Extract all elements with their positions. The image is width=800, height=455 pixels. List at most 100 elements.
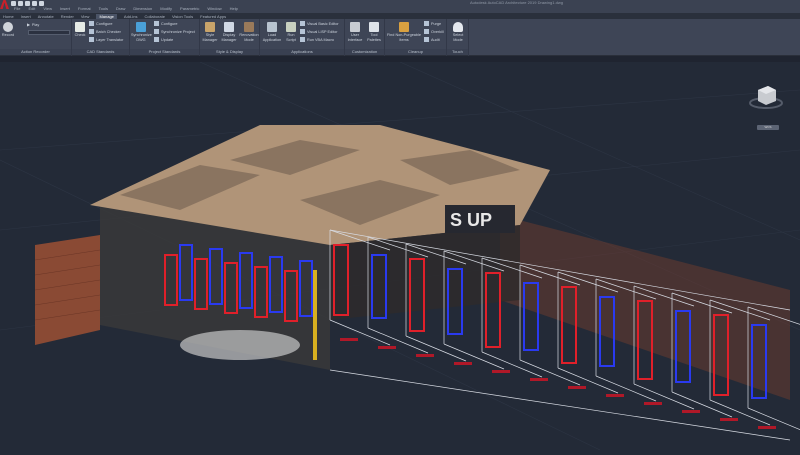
tool-palettes-button[interactable]: Tool Palettes	[365, 22, 383, 42]
menu-format[interactable]: Format	[78, 6, 91, 11]
undo-icon[interactable]	[39, 0, 44, 6]
title-bar: Autodesk AutoCAD Architecture 2019 Drawi…	[0, 0, 800, 13]
load-application-button[interactable]: Load Application	[261, 22, 283, 42]
play-icon: ▶	[27, 23, 30, 27]
tool-palettes-icon	[369, 22, 379, 32]
floor-marking	[492, 370, 510, 373]
menu-file[interactable]: File	[14, 6, 20, 11]
tab-add-ins[interactable]: Add-ins	[124, 14, 138, 19]
menu-view[interactable]: View	[43, 6, 52, 11]
menu-modify[interactable]: Modify	[160, 6, 172, 11]
display-manager-button[interactable]: Display Manager	[220, 22, 238, 42]
floor-marking	[416, 354, 434, 357]
panel-label: Touch	[447, 49, 468, 55]
overkill-button[interactable]: Overkill	[424, 29, 444, 34]
check-button[interactable]: Check	[73, 22, 87, 38]
user-interface-button[interactable]: User Interface	[346, 22, 364, 42]
batch-checker-button[interactable]: Batch Checker	[89, 29, 121, 34]
floor-marking	[530, 378, 548, 381]
play-button[interactable]: ▶ Play	[27, 22, 39, 28]
floor-marking	[454, 362, 472, 365]
select-mode-button[interactable]: Select Mode	[448, 22, 468, 42]
wire-sill	[405, 335, 467, 362]
user-interface-icon	[350, 22, 360, 32]
wcs-menu[interactable]: WCS	[757, 125, 779, 130]
menu-window[interactable]: Window	[207, 6, 221, 11]
panel-label: CAD Standards	[72, 49, 129, 55]
print-icon[interactable]	[32, 0, 37, 6]
floor-marking	[758, 426, 776, 429]
tab-vision-tools[interactable]: Vision Tools	[172, 14, 193, 19]
tab-collaborate[interactable]: Collaborate	[144, 14, 164, 19]
menu-draw[interactable]: Draw	[116, 6, 125, 11]
broom-icon	[399, 22, 409, 32]
store-sign-text: S UP	[450, 210, 492, 230]
record-icon	[3, 22, 13, 32]
configure-project-button[interactable]: Configure	[154, 21, 177, 26]
audit-button[interactable]: Audit	[424, 37, 440, 42]
run-script-button[interactable]: Run Script	[284, 22, 298, 42]
panel-label: Project Standards	[130, 49, 199, 55]
wire-sill	[481, 351, 543, 378]
wire-sill	[329, 319, 391, 346]
visual-basic-editor-button[interactable]: Visual Basic Editor	[300, 21, 339, 26]
window-title: Autodesk AutoCAD Architecture 2019 Drawi…	[470, 0, 563, 5]
menu-tools[interactable]: Tools	[99, 6, 108, 11]
floor-marking	[644, 402, 662, 405]
run-vba-macro-button[interactable]: Run VBA Macro	[300, 37, 334, 42]
drawing-viewport[interactable]: S UP	[0, 61, 800, 451]
load-application-icon	[267, 22, 277, 32]
synchronize-project-button[interactable]: Synchronize Project	[154, 29, 195, 34]
panel-label: Cleanup	[385, 49, 446, 55]
yellow-column	[313, 270, 317, 360]
pointcloud-floor	[180, 330, 300, 360]
wire-bottom-rail	[329, 369, 791, 441]
tab-render[interactable]: Render	[61, 14, 74, 19]
wire-sill	[709, 399, 771, 426]
renovation-mode-button[interactable]: Renovation Mode	[239, 22, 259, 42]
panel-label: Style & Display	[200, 49, 259, 55]
panel-applications: Load Application Run Script Visual Basic…	[260, 19, 345, 56]
panel-touch: Select Mode Touch	[447, 19, 469, 56]
menu-help[interactable]: Help	[230, 6, 238, 11]
visual-lisp-editor-button[interactable]: Visual LISP Editor	[300, 29, 337, 34]
tab-featured-apps[interactable]: Featured Apps	[200, 14, 226, 19]
record-button[interactable]: Record	[1, 22, 15, 38]
find-non-purgeable-button[interactable]: Find Non-Purgeable Items	[386, 22, 422, 42]
new-icon[interactable]	[11, 0, 16, 6]
floor-marking	[682, 410, 700, 413]
style-manager-button[interactable]: Style Manager	[201, 22, 219, 42]
synchronize-dwg-button[interactable]: Synchronize DWG	[131, 22, 152, 42]
tab-insert[interactable]: Insert	[21, 14, 31, 19]
macro-dropdown[interactable]	[28, 30, 70, 35]
display-manager-icon	[224, 22, 234, 32]
panel-cleanup: Find Non-Purgeable Items Purge Overkill …	[385, 19, 447, 56]
panel-customization: User Interface Tool Palettes Customizati…	[345, 19, 385, 56]
layer-translator-button[interactable]: Layer Translator	[89, 37, 123, 42]
configure-standards-button[interactable]: Configure	[89, 21, 112, 26]
panel-project-standards: Synchronize DWG Configure Synchronize Pr…	[130, 19, 200, 56]
viewcube[interactable]	[748, 82, 784, 112]
save-icon[interactable]	[25, 0, 30, 6]
menu-edit[interactable]: Edit	[28, 6, 35, 11]
menu-insert[interactable]: Insert	[60, 6, 70, 11]
menu-parametric[interactable]: Parametric	[180, 6, 199, 11]
synchronize-icon	[136, 22, 146, 32]
style-manager-icon	[205, 22, 215, 32]
tab-annotate[interactable]: Annotate	[38, 14, 54, 19]
panel-label: Customization	[345, 49, 384, 55]
floor-marking	[606, 394, 624, 397]
wire-sill	[557, 367, 619, 394]
menu-dimension[interactable]: Dimension	[133, 6, 152, 11]
brick-wall-right	[500, 215, 790, 400]
tab-view[interactable]: View	[81, 14, 90, 19]
panel-action-recorder: Record ▶ Play Action Recorder	[0, 19, 72, 56]
purge-button[interactable]: Purge	[424, 21, 441, 26]
tab-manage[interactable]: Manage	[96, 13, 117, 19]
update-button[interactable]: Update	[154, 37, 173, 42]
tab-home[interactable]: Home	[3, 14, 14, 19]
open-icon[interactable]	[18, 0, 23, 6]
autocad-logo-icon[interactable]	[0, 0, 9, 9]
panel-label: Action Recorder	[0, 49, 71, 55]
check-icon	[75, 22, 85, 32]
